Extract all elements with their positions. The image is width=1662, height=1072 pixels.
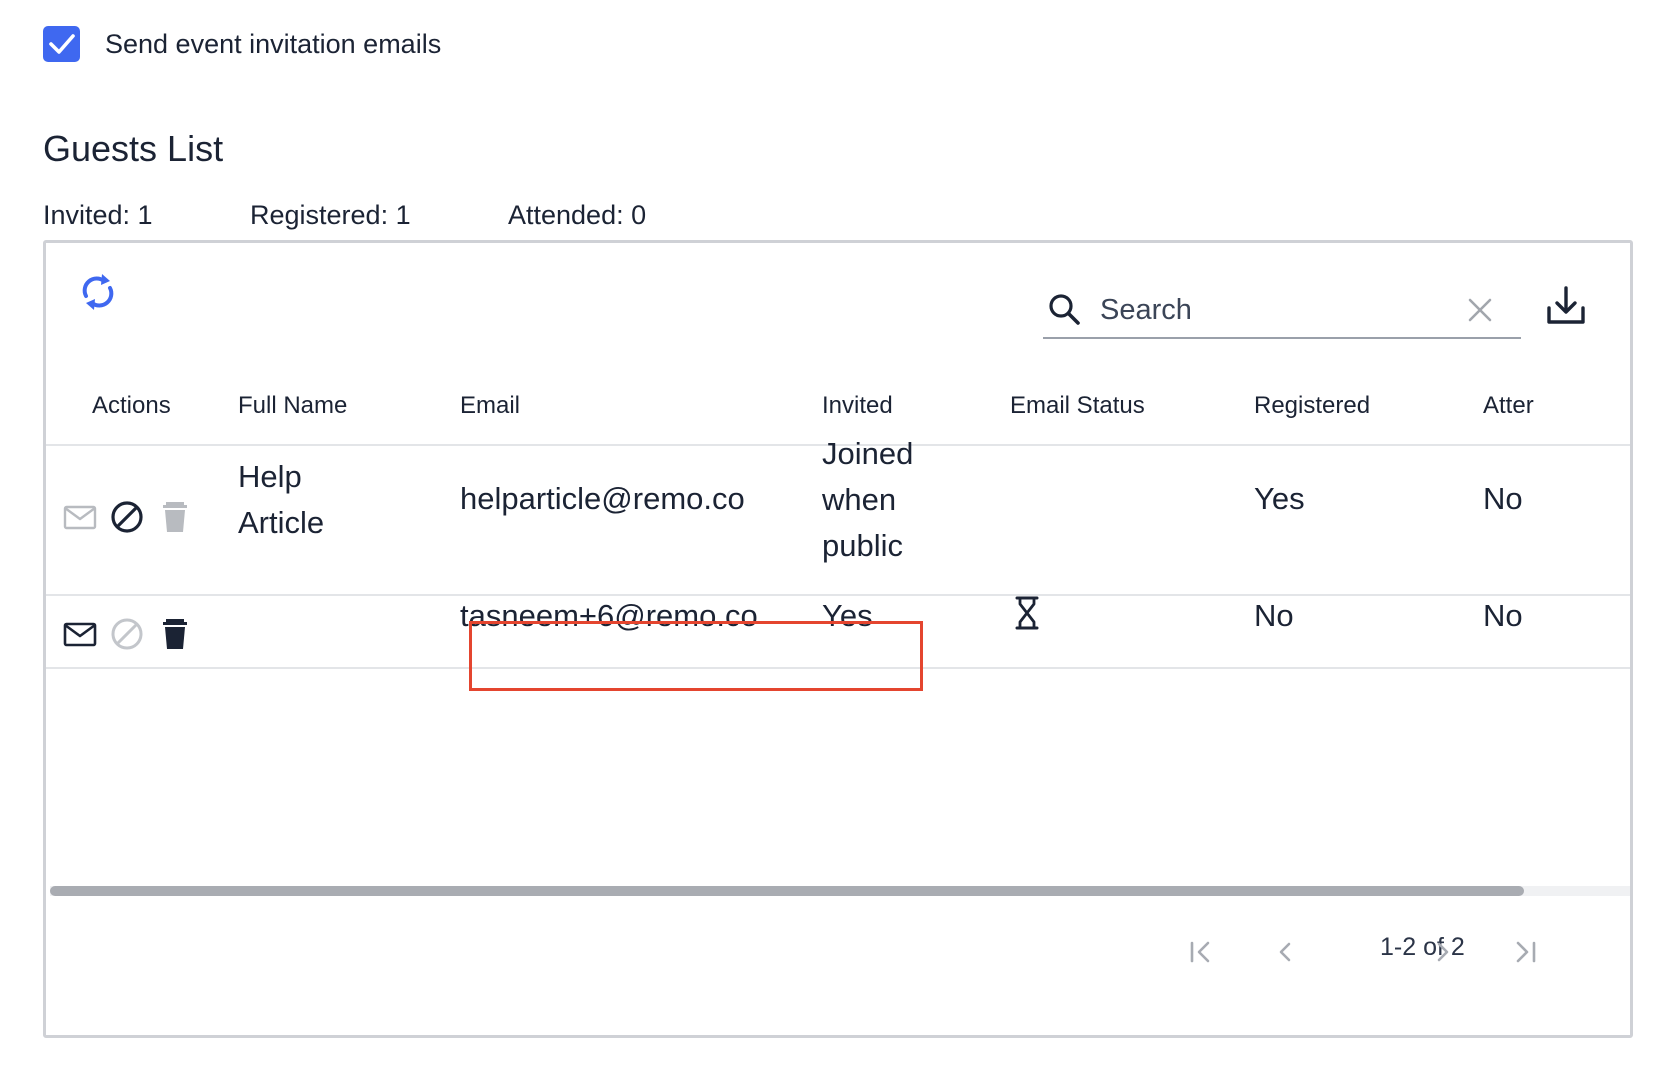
first-page-icon — [1190, 941, 1210, 963]
delete-guest-button[interactable] — [157, 616, 193, 652]
block-icon — [111, 501, 143, 533]
horizontal-scrollbar-thumb[interactable] — [50, 886, 1524, 896]
registered-count: Registered: 1 — [250, 200, 411, 230]
first-page-button[interactable] — [1186, 937, 1216, 967]
column-header-attended[interactable]: Atter — [1483, 392, 1534, 420]
last-page-button[interactable] — [1510, 937, 1540, 967]
invited-cell: Joined when public — [822, 431, 913, 569]
close-icon[interactable] — [1465, 295, 1495, 325]
trash-icon — [163, 619, 187, 649]
full-name-line: Help — [238, 459, 302, 494]
refresh-icon — [82, 274, 114, 310]
download-button[interactable] — [1544, 284, 1588, 328]
email-cell: helparticle@remo.co — [460, 481, 745, 516]
full-name-line: Article — [238, 505, 325, 540]
send-invitations-checkbox[interactable] — [43, 26, 80, 62]
attended-cell: No — [1483, 481, 1523, 516]
chevron-left-icon — [1279, 942, 1291, 962]
column-header-full-name[interactable]: Full Name — [238, 392, 347, 420]
trash-icon — [163, 502, 187, 532]
last-page-icon — [1516, 941, 1536, 963]
column-header-actions[interactable]: Actions — [92, 392, 171, 420]
download-icon — [1547, 286, 1585, 324]
delete-guest-button[interactable] — [157, 499, 193, 535]
attended-count: Attended: 0 — [508, 200, 647, 230]
highlight-box — [469, 621, 923, 691]
previous-page-button[interactable] — [1270, 937, 1300, 967]
registered-cell: No — [1254, 598, 1294, 633]
block-icon — [111, 618, 143, 650]
invited-count: Invited: 1 — [43, 200, 153, 230]
block-guest-button[interactable] — [109, 499, 145, 535]
next-page-button[interactable] — [1428, 937, 1458, 967]
invited-line: when — [822, 482, 897, 517]
column-header-registered[interactable]: Registered — [1254, 392, 1370, 420]
send-invitations-row[interactable]: Send event invitation emails — [43, 26, 441, 62]
mail-icon — [63, 622, 97, 647]
send-email-button[interactable] — [62, 499, 98, 535]
column-header-email[interactable]: Email — [460, 392, 520, 420]
attended-cell: No — [1483, 598, 1523, 633]
search-input[interactable] — [1100, 293, 1445, 327]
search-icon — [1049, 294, 1080, 325]
invited-line: public — [822, 528, 903, 563]
search-box — [1043, 283, 1521, 339]
hourglass-icon — [1015, 596, 1039, 630]
invited-line: Joined — [822, 436, 914, 471]
column-header-invited[interactable]: Invited — [822, 392, 893, 420]
refresh-button[interactable] — [78, 270, 118, 314]
guests-list-title: Guests List — [43, 128, 224, 169]
guests-table-panel: Actions Full Name Email Invited Email St… — [43, 240, 1633, 1038]
chevron-right-icon — [1437, 942, 1449, 962]
send-email-button[interactable] — [62, 616, 98, 652]
registered-cell: Yes — [1254, 481, 1305, 516]
email-status-cell — [1012, 595, 1042, 631]
block-guest-button[interactable] — [109, 616, 145, 652]
full-name-cell: Help Article — [238, 454, 324, 546]
mail-icon — [63, 505, 97, 530]
checkmark-icon — [48, 34, 75, 54]
column-header-email-status[interactable]: Email Status — [1010, 392, 1145, 420]
send-invitations-label[interactable]: Send event invitation emails — [105, 29, 441, 60]
